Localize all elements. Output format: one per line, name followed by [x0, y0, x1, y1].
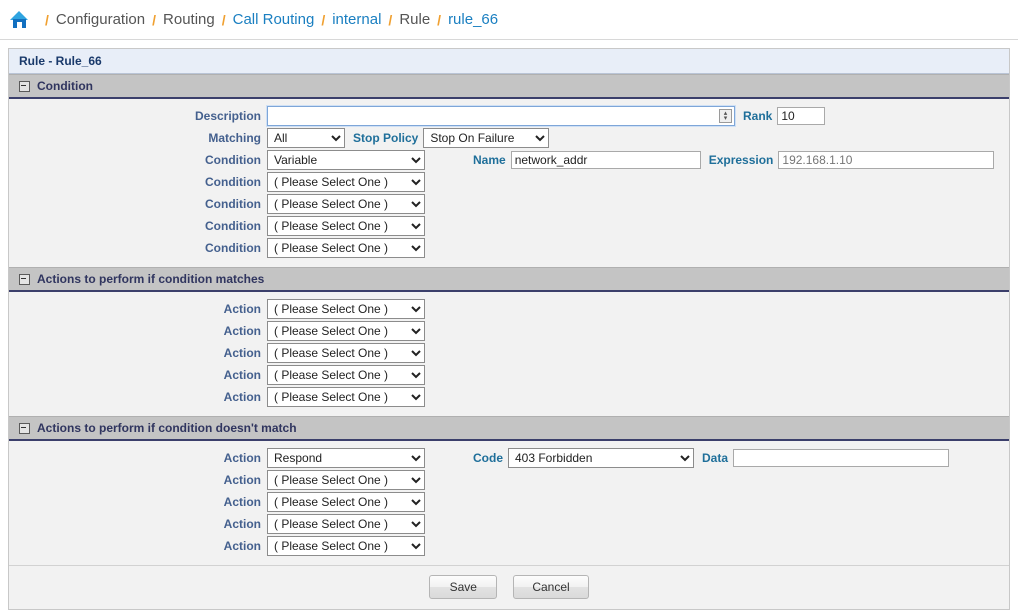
breadcrumb-item-configuration[interactable]: Configuration [56, 11, 145, 28]
breadcrumb-separator: / [221, 11, 226, 28]
form-row-action-match-4: Action ( Please Select One ) [9, 364, 1009, 386]
label-action: Action [223, 473, 261, 487]
description-field-wrapper: ▴ ▾ [267, 106, 735, 126]
action-match-select-3[interactable]: ( Please Select One ) [267, 343, 425, 363]
breadcrumb-separator: / [321, 11, 326, 28]
label-condition: Condition [205, 153, 261, 167]
label-condition: Condition [205, 219, 261, 233]
label-matching: Matching [208, 131, 261, 145]
section-header-actions-match[interactable]: Actions to perform if condition matches [9, 267, 1009, 292]
label-rank: Rank [743, 109, 773, 123]
home-icon[interactable] [10, 11, 29, 28]
condition-expression-input[interactable] [778, 151, 995, 169]
label-action: Action [223, 368, 261, 382]
action-nomatch-select-4[interactable]: ( Please Select One ) [267, 514, 425, 534]
resize-handle-icon[interactable]: ▴ ▾ [719, 109, 732, 123]
breadcrumb-separator: / [152, 11, 157, 28]
label-action: Action [223, 517, 261, 531]
form-row-condition-5: Condition ( Please Select One ) [9, 237, 1009, 259]
form-row-matching: Matching All Stop Policy Stop On Failure [9, 127, 1009, 149]
label-data: Data [702, 451, 729, 465]
save-button[interactable]: Save [429, 575, 498, 599]
section-title-actions-match: Actions to perform if condition matches [37, 272, 265, 286]
label-stop-policy: Stop Policy [353, 131, 419, 145]
condition-select-1[interactable]: Variable [267, 150, 425, 170]
collapse-icon[interactable] [19, 422, 30, 434]
condition-select-3[interactable]: ( Please Select One ) [267, 194, 425, 214]
condition-name-input[interactable] [510, 151, 701, 169]
label-code: Code [473, 451, 503, 465]
section-body-condition: Description ▴▾ Rank Matching All Stop Po… [9, 99, 1009, 267]
respond-code-select[interactable]: 403 Forbidden [508, 448, 694, 468]
breadcrumb-item-routing[interactable]: Routing [163, 11, 215, 28]
label-description: Description [194, 109, 261, 123]
form-row-condition-2: Condition ( Please Select One ) [9, 171, 1009, 193]
form-row-action-nomatch-3: Action ( Please Select One ) [9, 491, 1009, 513]
form-row-action-nomatch-2: Action ( Please Select One ) [9, 469, 1009, 491]
label-action: Action [223, 324, 261, 338]
breadcrumb: / Configuration / Routing / Call Routing… [0, 0, 1018, 40]
section-header-actions-nomatch[interactable]: Actions to perform if condition doesn't … [9, 416, 1009, 441]
section-title-actions-nomatch: Actions to perform if condition doesn't … [37, 421, 297, 435]
form-row-action-match-3: Action ( Please Select One ) [9, 342, 1009, 364]
breadcrumb-item-call-routing[interactable]: Call Routing [233, 11, 315, 28]
breadcrumb-separator: / [388, 11, 393, 28]
label-condition: Condition [205, 241, 261, 255]
condition-select-2[interactable]: ( Please Select One ) [267, 172, 425, 192]
cancel-button[interactable]: Cancel [513, 575, 589, 599]
label-action: Action [223, 451, 261, 465]
form-row-action-match-2: Action ( Please Select One ) [9, 320, 1009, 342]
form-row-condition-4: Condition ( Please Select One ) [9, 215, 1009, 237]
form-row-condition-3: Condition ( Please Select One ) [9, 193, 1009, 215]
form-footer: Save Cancel [9, 565, 1009, 609]
collapse-icon[interactable] [19, 80, 30, 92]
section-body-actions-nomatch: Action Respond Code 403 Forbidden Data A… [9, 441, 1009, 565]
label-action: Action [223, 495, 261, 509]
label-expression: Expression [708, 153, 774, 167]
collapse-icon[interactable] [19, 273, 30, 285]
form-row-action-match-5: Action ( Please Select One ) [9, 386, 1009, 408]
matching-select[interactable]: All [267, 128, 345, 148]
form-row-action-nomatch-1: Action Respond Code 403 Forbidden Data [9, 447, 1009, 469]
rule-panel: Rule - Rule_66 Condition Description ▴ ▾ … [8, 48, 1010, 610]
form-row-action-nomatch-5: Action ( Please Select One ) [9, 535, 1009, 557]
condition-select-5[interactable]: ( Please Select One ) [267, 238, 425, 258]
stop-policy-select[interactable]: Stop On Failure [423, 128, 550, 148]
action-match-select-2[interactable]: ( Please Select One ) [267, 321, 425, 341]
breadcrumb-item-rule[interactable]: Rule [399, 11, 430, 28]
action-match-select-1[interactable]: ( Please Select One ) [267, 299, 425, 319]
action-match-select-4[interactable]: ( Please Select One ) [267, 365, 425, 385]
form-row-action-match-1: Action ( Please Select One ) [9, 298, 1009, 320]
label-action: Action [223, 346, 261, 360]
breadcrumb-item-internal[interactable]: internal [332, 11, 381, 28]
label-condition: Condition [205, 197, 261, 211]
action-nomatch-select-2[interactable]: ( Please Select One ) [267, 470, 425, 490]
description-input[interactable] [267, 106, 735, 126]
page-title: Rule - Rule_66 [9, 49, 1009, 74]
rank-input[interactable] [777, 107, 826, 125]
label-action: Action [223, 302, 261, 316]
action-match-select-5[interactable]: ( Please Select One ) [267, 387, 425, 407]
form-row-action-nomatch-4: Action ( Please Select One ) [9, 513, 1009, 535]
action-nomatch-select-1[interactable]: Respond [267, 448, 425, 468]
breadcrumb-separator: / [45, 11, 49, 28]
breadcrumb-separator: / [437, 11, 442, 28]
section-header-condition[interactable]: Condition [9, 74, 1009, 99]
form-row-condition-1: Condition Variable Name Expression [9, 149, 1009, 171]
label-action: Action [223, 390, 261, 404]
action-nomatch-select-5[interactable]: ( Please Select One ) [267, 536, 425, 556]
respond-data-input[interactable] [733, 449, 950, 467]
section-title-condition: Condition [37, 79, 93, 93]
condition-select-4[interactable]: ( Please Select One ) [267, 216, 425, 236]
breadcrumb-item-rule-66[interactable]: rule_66 [448, 11, 498, 28]
section-body-actions-match: Action ( Please Select One ) Action ( Pl… [9, 292, 1009, 416]
label-action: Action [223, 539, 261, 553]
action-nomatch-select-3[interactable]: ( Please Select One ) [267, 492, 425, 512]
form-row-description: Description ▴ ▾ Rank [9, 105, 1009, 127]
label-name: Name [473, 153, 506, 167]
label-condition: Condition [205, 175, 261, 189]
